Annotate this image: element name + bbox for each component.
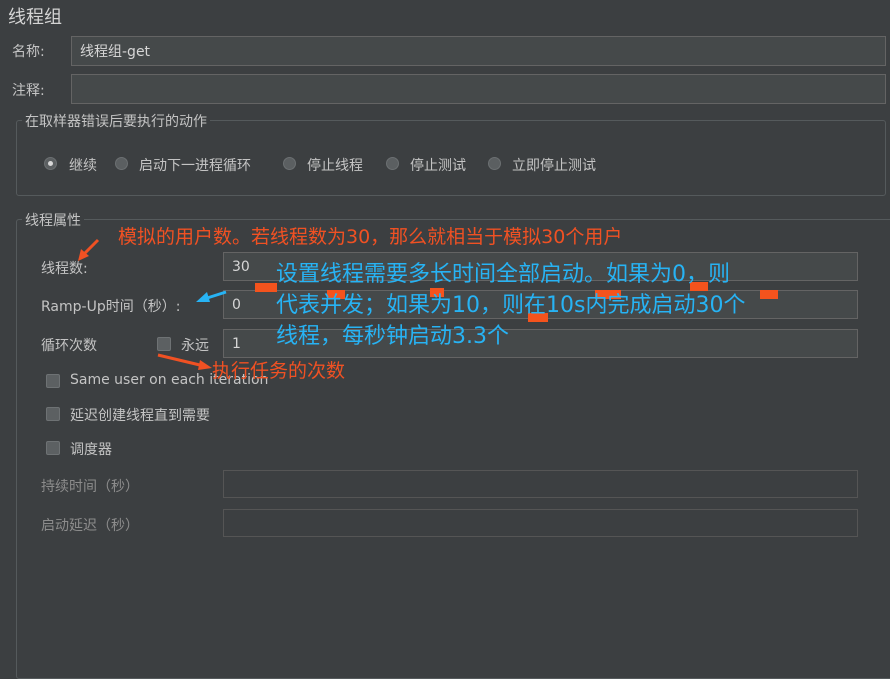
red-arrow-icon xyxy=(157,353,212,370)
annotation-arrows xyxy=(78,238,227,370)
blue-arrow-icon xyxy=(196,290,227,302)
red-arrow-icon xyxy=(78,238,100,261)
